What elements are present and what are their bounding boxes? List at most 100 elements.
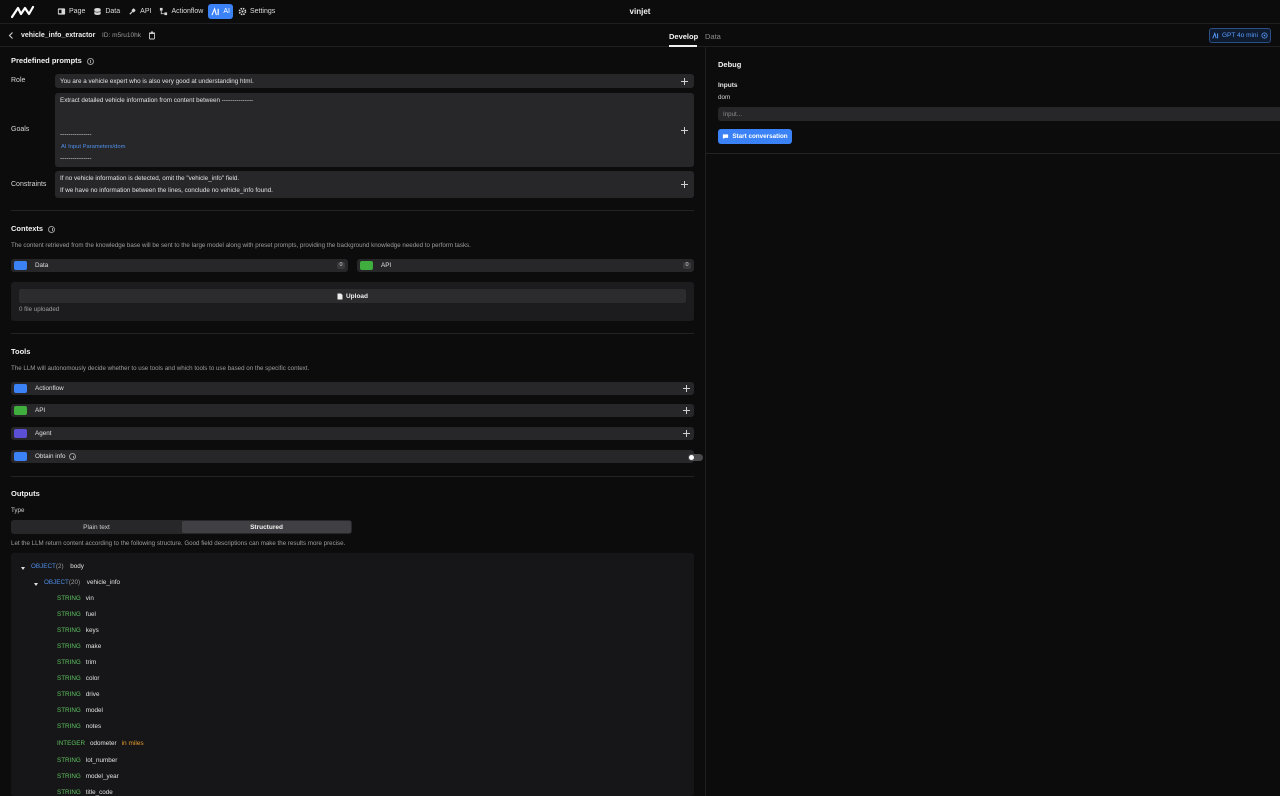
goals-line: --------------- bbox=[60, 131, 92, 138]
info-icon[interactable] bbox=[69, 453, 76, 460]
tool-label: Agent bbox=[35, 430, 52, 437]
nav-actionflow[interactable]: Actionflow bbox=[156, 4, 206, 19]
field-name: body bbox=[70, 563, 84, 570]
ai-icon bbox=[1212, 32, 1219, 39]
tool-label: Actionflow bbox=[35, 385, 64, 392]
schema-root-row[interactable]: OBJECT(2) body bbox=[31, 563, 84, 570]
upload-button[interactable]: Upload bbox=[19, 289, 686, 303]
schema-field-row[interactable]: STRING model bbox=[57, 707, 103, 714]
schema-field-row[interactable]: STRING make bbox=[57, 643, 101, 650]
trash-icon[interactable] bbox=[148, 31, 156, 40]
back-arrow-icon[interactable] bbox=[7, 31, 15, 40]
role-field[interactable]: You are a vehicle expert who is also ver… bbox=[55, 74, 694, 88]
info-icon[interactable] bbox=[86, 57, 94, 65]
type-tag: STRING bbox=[57, 707, 81, 714]
plain-text-option[interactable]: Plain text bbox=[12, 521, 181, 533]
agent-name[interactable]: vehicle_info_extractor bbox=[21, 32, 95, 39]
model-selector-button[interactable]: GPT 4o mini bbox=[1209, 28, 1271, 43]
contexts-heading-text: Contexts bbox=[11, 224, 44, 233]
divider bbox=[11, 476, 694, 477]
schema-field-row[interactable]: STRING drive bbox=[57, 691, 99, 698]
nav-api[interactable]: API bbox=[125, 4, 154, 19]
add-icon[interactable] bbox=[681, 77, 688, 85]
type-tag: STRING bbox=[57, 691, 81, 698]
settings-circle-icon bbox=[1261, 32, 1268, 39]
add-icon[interactable] bbox=[681, 181, 688, 188]
uploaded-count: 0 file uploaded bbox=[19, 306, 60, 313]
field-name: title_code bbox=[85, 789, 113, 796]
field-name: color bbox=[85, 675, 100, 682]
ai-icon bbox=[211, 7, 220, 16]
gear-icon bbox=[238, 7, 247, 16]
schema-field-row[interactable]: STRING fuel bbox=[57, 611, 96, 618]
caret-down-icon[interactable] bbox=[21, 567, 25, 570]
divider bbox=[11, 210, 694, 211]
add-icon[interactable] bbox=[681, 126, 688, 134]
inputs-label: Inputs bbox=[718, 82, 738, 89]
nav-label: Settings bbox=[249, 8, 276, 15]
count-badge: 0 bbox=[683, 262, 691, 269]
nav-label: Page bbox=[69, 8, 86, 15]
agent-header: vehicle_info_extractor ID: m5ru10hk Deve… bbox=[0, 24, 1280, 47]
field-name: make bbox=[85, 643, 102, 650]
goals-label: Goals bbox=[11, 126, 30, 133]
nav-page[interactable]: Page bbox=[54, 4, 88, 19]
caret-down-icon[interactable] bbox=[34, 583, 38, 586]
tool-actionflow-row[interactable]: Actionflow bbox=[11, 382, 694, 395]
nav-settings[interactable]: Settings bbox=[235, 4, 278, 19]
type-tag: STRING bbox=[57, 757, 81, 764]
schema-field-row[interactable]: STRING vin bbox=[57, 595, 94, 602]
nav-data[interactable]: Data bbox=[90, 4, 123, 19]
field-name: model bbox=[85, 707, 103, 714]
tab-data[interactable]: Data bbox=[705, 32, 721, 41]
structured-option[interactable]: Structured bbox=[182, 521, 351, 533]
tool-agent-row[interactable]: Agent bbox=[11, 427, 694, 440]
database-icon bbox=[14, 261, 27, 270]
schema-object-row[interactable]: OBJECT(20) vehicle_info bbox=[44, 579, 120, 586]
field-name: keys bbox=[85, 627, 99, 634]
schema-field-row[interactable]: STRING notes bbox=[57, 723, 101, 730]
outputs-heading: Outputs bbox=[11, 489, 40, 498]
type-tag: STRING bbox=[57, 659, 81, 666]
plug-icon bbox=[14, 406, 27, 415]
goals-field[interactable]: Extract detailed vehicle information fro… bbox=[55, 93, 694, 167]
schema-field-row[interactable]: STRING color bbox=[57, 675, 99, 682]
schema-field-row[interactable]: INTEGER odometer in miles bbox=[57, 740, 144, 747]
add-icon[interactable] bbox=[683, 385, 690, 392]
field-name: odometer bbox=[90, 740, 117, 747]
type-tag: STRING bbox=[57, 595, 81, 602]
context-api-row[interactable]: API 0 bbox=[357, 259, 694, 272]
tab-develop[interactable]: Develop bbox=[669, 32, 698, 41]
schema-field-row[interactable]: STRING title_code bbox=[57, 789, 113, 796]
nav-ai[interactable]: AI bbox=[208, 4, 233, 19]
obtain-info-toggle[interactable] bbox=[688, 454, 703, 461]
schema-field-row[interactable]: STRING lot_number bbox=[57, 757, 117, 764]
add-icon[interactable] bbox=[683, 407, 690, 414]
schema-field-row[interactable]: STRING trim bbox=[57, 659, 96, 666]
develop-panel: Predefined prompts Role You are a vehicl… bbox=[0, 47, 706, 796]
constraints-field[interactable]: If no vehicle information is detected, o… bbox=[55, 171, 694, 198]
start-conversation-button[interactable]: Start conversation bbox=[718, 129, 792, 144]
output-type-selector: Plain text Structured bbox=[11, 520, 352, 534]
goals-parameter-link[interactable]: AI Input Parameters/dom bbox=[61, 144, 125, 150]
type-tag: STRING bbox=[57, 723, 81, 730]
logo-icon[interactable] bbox=[11, 5, 35, 19]
schema-field-row[interactable]: STRING model_year bbox=[57, 773, 119, 780]
tool-api-row[interactable]: API bbox=[11, 404, 694, 417]
database-icon bbox=[94, 7, 102, 16]
info-icon[interactable] bbox=[48, 225, 56, 233]
prompts-heading: Predefined prompts bbox=[11, 56, 94, 65]
context-data-row[interactable]: Data 0 bbox=[11, 259, 348, 272]
debug-heading: Debug bbox=[718, 60, 742, 69]
add-icon[interactable] bbox=[683, 430, 690, 437]
panel-divider bbox=[705, 47, 706, 796]
upload-label: Upload bbox=[345, 292, 369, 300]
debug-input-field[interactable] bbox=[718, 107, 1280, 121]
type-tag: STRING bbox=[57, 789, 81, 796]
goals-line: --------------- bbox=[60, 155, 92, 162]
schema-field-row[interactable]: STRING keys bbox=[57, 627, 99, 634]
main-nav: Page Data API Actionflow AI Settings bbox=[54, 4, 278, 19]
field-name: notes bbox=[85, 723, 102, 730]
role-text: You are a vehicle expert who is also ver… bbox=[60, 77, 254, 85]
type-tag: OBJECT bbox=[44, 579, 69, 586]
